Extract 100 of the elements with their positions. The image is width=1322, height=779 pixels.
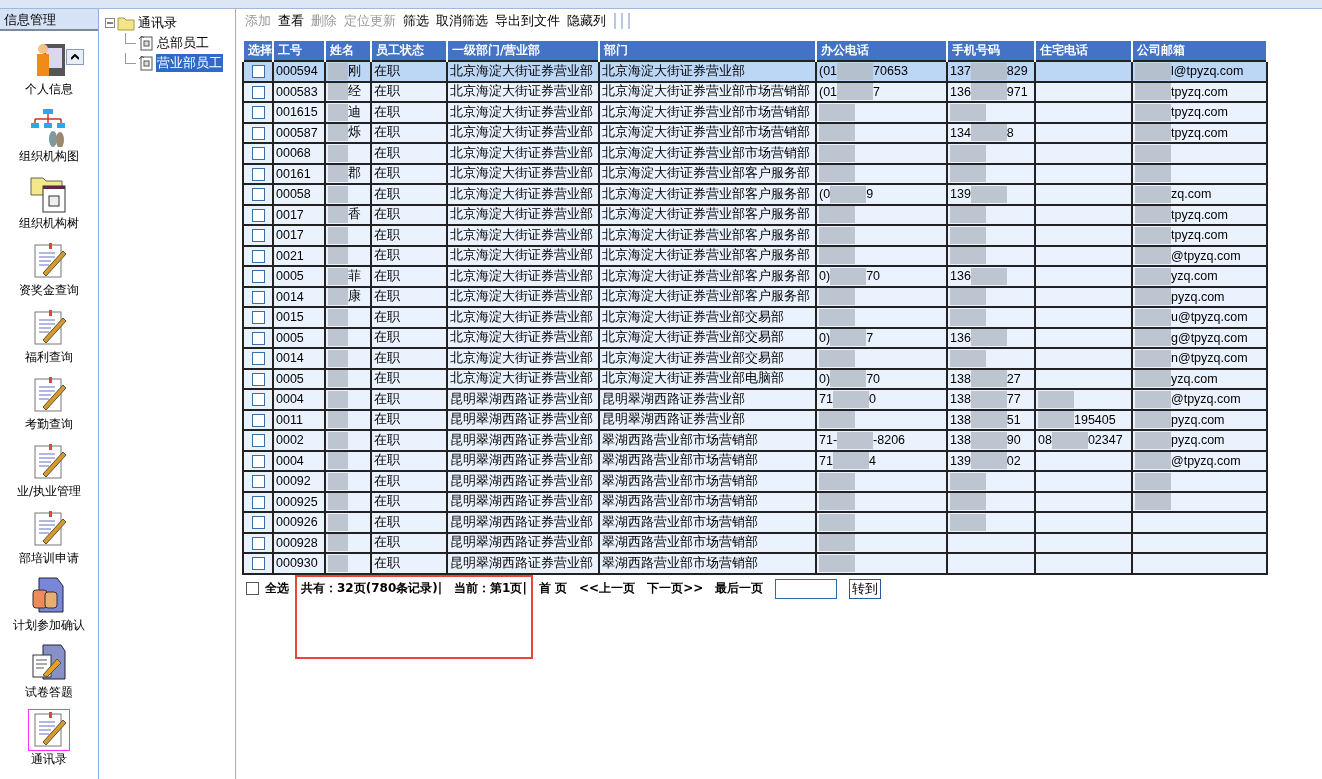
table-cell-text: tpyzq.com — [1171, 207, 1228, 222]
table-cell: 北京海淀大街证券营业部 — [447, 61, 599, 82]
row-checkbox[interactable] — [251, 557, 265, 571]
table-row[interactable]: 000587 烁 在职 北京海淀大街证券营业部 北京海淀大街证券营业部市场营销部 134 8 tpyzq.com — [243, 122, 1267, 143]
toolbar-button[interactable]: 隐藏列 — [564, 12, 609, 30]
row-checkbox[interactable] — [251, 536, 265, 550]
table-row[interactable]: 000928 在职 昆明翠湖西路证券营业部 翠湖西路营业部市场营销部 — [243, 532, 1267, 553]
table-cell-text: 138 — [950, 392, 971, 407]
table-cell-text: 4 — [868, 453, 876, 468]
table-cell-text: u@tpyzq.com — [1171, 310, 1248, 325]
sidebar-item[interactable]: 资奖金查询 — [19, 240, 79, 299]
row-checkbox[interactable] — [251, 229, 265, 243]
table-row[interactable]: 0004 在职 昆明翠湖西路证券营业部 翠湖西路营业部市场营销部 71 4 139 02 @tpyzq.com — [243, 450, 1267, 471]
table-cell-text: tpyzq.com — [1171, 84, 1228, 99]
table-cell-text: zq.com — [1171, 187, 1212, 202]
table-row[interactable]: 0011 在职 昆明翠湖西路证券营业部 昆明翠湖西路证券营业部 138 51 195405 pyzq.com — [243, 409, 1267, 430]
toolbar-button[interactable]: 取消筛选 — [433, 12, 491, 30]
select-all-checkbox[interactable] — [246, 582, 259, 595]
table-cell-text: pyzq.com — [1171, 433, 1225, 448]
table-cell: 北京海淀大街证券营业部 — [599, 61, 816, 82]
table-row[interactable]: 0005 在职 北京海淀大街证券营业部 北京海淀大街证券营业部交易部 0) 7 136 g@tpyzq.com — [243, 327, 1267, 348]
table-cell-text: 139 — [950, 453, 971, 468]
row-checkbox[interactable] — [251, 352, 265, 366]
table-row[interactable]: 0005 在职 北京海淀大街证券营业部 北京海淀大街证券营业部电脑部 0) 70 138 27 yzq.com — [243, 368, 1267, 389]
tree-item[interactable]: 通讯录 — [137, 14, 178, 32]
row-checkbox[interactable] — [251, 434, 265, 448]
previous-page-link[interactable]: <<上一页 — [579, 580, 636, 597]
row-checkbox[interactable] — [251, 106, 265, 120]
table-row[interactable]: 00092 在职 昆明翠湖西路证券营业部 翠湖西路营业部市场营销部 — [243, 471, 1267, 492]
go-button[interactable]: 转到 — [849, 578, 882, 599]
row-checkbox[interactable] — [251, 495, 265, 509]
row-checkbox[interactable] — [251, 475, 265, 489]
scroll-up-button[interactable] — [66, 49, 84, 65]
row-checkbox[interactable] — [251, 516, 265, 530]
row-checkbox[interactable] — [251, 147, 265, 161]
table-row[interactable]: 000594 刚 在职 北京海淀大街证券营业部 北京海淀大街证券营业部 (01 70653 137 829 l@tpyzq.com — [243, 61, 1267, 82]
sidebar-item[interactable]: 福利查询 — [25, 307, 73, 366]
table-cell-text: 70 — [866, 269, 881, 284]
table-row[interactable]: 000930 在职 昆明翠湖西路证券营业部 翠湖西路营业部市场营销部 — [243, 553, 1267, 574]
table-row[interactable]: 001615 迪 在职 北京海淀大街证券营业部 北京海淀大街证券营业部市场营销部 tpyzq.com — [243, 102, 1267, 123]
table-row[interactable]: 0014 康 在职 北京海淀大街证券营业部 北京海淀大街证券营业部客户服务部 pyzq.com — [243, 286, 1267, 307]
sidebar-item[interactable]: 个人信息 — [25, 39, 73, 98]
row-checkbox[interactable] — [251, 208, 265, 222]
last-page-link[interactable]: 最后一页 — [715, 580, 764, 597]
sidebar-item[interactable]: 试卷答题 — [25, 642, 73, 701]
row-checkbox[interactable] — [251, 167, 265, 181]
row-checkbox[interactable] — [251, 270, 265, 284]
next-page-link[interactable]: 下一页>> — [647, 580, 704, 597]
table-row[interactable]: 0014 在职 北京海淀大街证券营业部 北京海淀大街证券营业部交易部 n@tpyzq.com — [243, 348, 1267, 369]
caret-icon — [71, 54, 79, 60]
row-checkbox[interactable] — [251, 249, 265, 263]
table-cell-text: 0) — [819, 371, 831, 386]
table-cell-text: (0 — [819, 187, 831, 202]
table-row[interactable]: 0004 在职 昆明翠湖西路证券营业部 昆明翠湖西路证券营业部 71 0 138 77 @tpyzq.com — [243, 389, 1267, 410]
first-page-link[interactable]: 首 页 — [538, 580, 568, 597]
table-cell: 在职 — [371, 61, 447, 82]
sidebar-item[interactable]: 计划参加确认 — [13, 575, 85, 634]
table-row[interactable]: 000926 在职 昆明翠湖西路证券营业部 翠湖西路营业部市场营销部 — [243, 512, 1267, 533]
table-row[interactable]: 0002 在职 昆明翠湖西路证券营业部 翠湖西路营业部市场营销部 71- -8206 138 90 08 02347 pyzq.com — [243, 430, 1267, 451]
row-checkbox[interactable] — [251, 311, 265, 325]
page-input-field[interactable] — [775, 578, 838, 599]
tree-item[interactable]: 总部员工 — [156, 34, 210, 52]
toolbar-button[interactable]: 导出到文件 — [492, 12, 563, 30]
table-cell-text: 139 — [950, 187, 971, 202]
table-row[interactable]: 0015 在职 北京海淀大街证券营业部 北京海淀大街证券营业部交易部 u@tpyzq.com — [243, 307, 1267, 328]
table-cell-text: 8 — [1006, 125, 1014, 140]
sidebar-item[interactable]: 业/执业管理 — [16, 441, 81, 500]
table-cell-text: 烁 — [348, 124, 361, 142]
sidebar-item[interactable]: 组织机构树 — [19, 173, 79, 232]
table-row[interactable]: 0021 在职 北京海淀大街证券营业部 北京海淀大街证券营业部客户服务部 @tpyzq.com — [243, 245, 1267, 266]
row-checkbox[interactable] — [251, 126, 265, 140]
column-header: 部门 — [599, 40, 816, 61]
table-row[interactable]: 00058 在职 北京海淀大街证券营业部 北京海淀大街证券营业部客户服务部 (0 9 139 zq.com — [243, 184, 1267, 205]
row-checkbox[interactable] — [251, 290, 265, 304]
row-checkbox[interactable] — [251, 65, 265, 79]
page-total: 共有：32页(780条记录)| — [301, 580, 443, 597]
sidebar-item[interactable]: 部培训申请 — [19, 508, 79, 567]
tree-item[interactable]: 营业部员工 — [156, 54, 223, 72]
row-checkbox[interactable] — [251, 331, 265, 345]
row-checkbox[interactable] — [251, 188, 265, 202]
table-row[interactable]: 00068 在职 北京海淀大街证券营业部 北京海淀大街证券营业部市场营销部 — [243, 143, 1267, 164]
table-row[interactable]: 0017 在职 北京海淀大街证券营业部 北京海淀大街证券营业部客户服务部 tpyzq.com — [243, 225, 1267, 246]
table-row[interactable]: 0017 香 在职 北京海淀大街证券营业部 北京海淀大街证券营业部客户服务部 tpyzq.com — [243, 204, 1267, 225]
table-row[interactable]: 0005 菲 在职 北京海淀大街证券营业部 北京海淀大街证券营业部客户服务部 0) 70 136 yzq.com — [243, 266, 1267, 287]
row-checkbox[interactable] — [251, 372, 265, 386]
table-row[interactable]: 00161 郡 在职 北京海淀大街证券营业部 北京海淀大街证券营业部客户服务部 — [243, 163, 1267, 184]
exam-icon — [29, 643, 69, 683]
sidebar-item[interactable]: 考勤查询 — [25, 374, 73, 433]
collapse-icon[interactable] — [105, 18, 115, 28]
table-row[interactable]: 000583 经 在职 北京海淀大街证券营业部 北京海淀大街证券营业部市场营销部 (01 7 136 971 tpyzq.com — [243, 81, 1267, 102]
row-checkbox[interactable] — [251, 85, 265, 99]
sidebar-item[interactable]: 组织机构图 — [19, 106, 79, 165]
toolbar-button[interactable]: 筛选 — [400, 12, 432, 30]
table-cell-text: 7 — [866, 330, 874, 345]
table-row[interactable]: 000925 在职 昆明翠湖西路证券营业部 翠湖西路营业部市场营销部 — [243, 491, 1267, 512]
select-all-label: 全选 — [265, 580, 289, 597]
toolbar-button[interactable]: 查看 — [275, 12, 307, 30]
row-checkbox[interactable] — [251, 454, 265, 468]
row-checkbox[interactable] — [251, 413, 265, 427]
row-checkbox[interactable] — [251, 393, 265, 407]
